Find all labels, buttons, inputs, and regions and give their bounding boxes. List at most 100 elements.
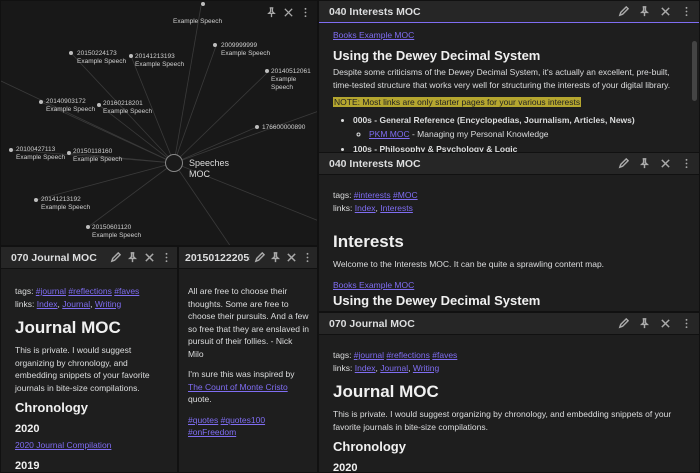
tag[interactable]: #interests: [354, 190, 391, 200]
journal-link[interactable]: Journal: [380, 363, 408, 373]
journal-compilation-link[interactable]: 2020 Journal Compilation: [15, 440, 111, 450]
more-options-icon[interactable]: [679, 157, 693, 171]
edit-icon[interactable]: [616, 317, 630, 331]
interests-link[interactable]: Interests: [380, 203, 413, 213]
pin-icon[interactable]: [637, 157, 651, 171]
index-link[interactable]: Index: [355, 363, 376, 373]
pin-icon[interactable]: [637, 5, 651, 19]
tag[interactable]: #faves: [114, 286, 139, 296]
graph-node[interactable]: 20150224173 Example Speech: [77, 50, 126, 66]
tag[interactable]: #quotes: [188, 415, 218, 425]
note-body: tags: #interests #MOC links: Index, Inte…: [319, 175, 699, 311]
close-icon[interactable]: [142, 251, 156, 265]
graph-node[interactable]: 20140512061 Example Speech: [271, 68, 317, 92]
note-paragraph: Despite some criticisms of the Dewey Dec…: [333, 67, 671, 90]
graph-node-dot[interactable]: [34, 198, 38, 202]
monte-cristo-link[interactable]: The Count of Monte Cristo: [188, 382, 288, 392]
writing-link[interactable]: Writing: [95, 299, 121, 309]
graph-node-dot[interactable]: [86, 225, 90, 229]
tags-line: #quotes #quotes100 #onFreedom: [188, 414, 309, 439]
more-options-icon[interactable]: [679, 5, 693, 19]
pane-header[interactable]: 201501222055: [179, 247, 317, 269]
writing-link[interactable]: Writing: [413, 363, 439, 373]
more-options-icon[interactable]: [679, 317, 693, 331]
close-icon[interactable]: [284, 251, 298, 265]
close-icon[interactable]: [658, 317, 672, 331]
tag[interactable]: #quotes100: [221, 415, 265, 425]
year-heading: 2020: [333, 461, 358, 473]
pane-title: 070 Journal MOC: [11, 251, 97, 264]
more-options-icon[interactable]: [300, 251, 314, 265]
quote-source-line: I'm sure this was inspired by The Count …: [188, 369, 295, 404]
graph-node[interactable]: 20150601120 Example Speech: [92, 224, 141, 240]
pane-header[interactable]: 040 Interests MOC: [319, 1, 699, 23]
graph-node[interactable]: 20141213192 Example Speech: [41, 196, 90, 212]
tag[interactable]: #faves: [432, 350, 457, 360]
note-heading: Interests: [333, 232, 404, 251]
graph-node-dot[interactable]: [129, 54, 133, 58]
tag[interactable]: #reflections: [68, 286, 111, 296]
graph-node[interactable]: 20160218201 Example Speech: [103, 100, 152, 116]
note-body: Books Example MOC Using the Dewey Decima…: [319, 23, 699, 155]
graph-node-dot[interactable]: [213, 43, 217, 47]
graph-node[interactable]: Example Speech: [173, 18, 222, 26]
journal-link[interactable]: Journal: [62, 299, 90, 309]
tag[interactable]: #reflections: [386, 350, 429, 360]
graph-node-dot[interactable]: [97, 103, 101, 107]
links-line: links: Index, Journal, Writing: [333, 362, 440, 373]
tag[interactable]: #MOC: [393, 190, 418, 200]
graph-node[interactable]: 20100427113 Example Speech: [16, 146, 65, 162]
graph-node-dot[interactable]: [69, 51, 73, 55]
graph-node-dot[interactable]: [9, 148, 13, 152]
scrollbar[interactable]: [692, 41, 697, 101]
index-link[interactable]: Index: [37, 299, 58, 309]
graph-node-dot[interactable]: [265, 69, 269, 73]
pane-header[interactable]: 070 Journal MOC: [319, 313, 699, 335]
index-link[interactable]: Index: [355, 203, 376, 213]
pin-icon[interactable]: [125, 251, 139, 265]
edit-icon[interactable]: [616, 5, 630, 19]
graph-node-dot[interactable]: [201, 2, 205, 6]
journal-left-pane[interactable]: 070 Journal MOC tags: #journal #reflecti…: [0, 246, 178, 473]
pkm-moc-link[interactable]: PKM MOC: [369, 129, 410, 139]
list-item: 000s - General Reference (Encyclopedias,…: [353, 114, 685, 141]
note-paragraph: This is private. I would suggest organiz…: [15, 345, 150, 393]
graph-node[interactable]: 20150118160 Example Speech: [73, 148, 122, 164]
graph-node-dot[interactable]: [67, 151, 71, 155]
pin-icon[interactable]: [268, 251, 282, 265]
more-options-icon[interactable]: [159, 251, 173, 265]
books-link[interactable]: Books Example MOC: [333, 280, 414, 290]
dewey-list: 000s - General Reference (Encyclopedias,…: [353, 114, 685, 155]
pin-icon[interactable]: [637, 317, 651, 331]
edit-icon[interactable]: [616, 157, 630, 171]
graph-pane[interactable]: Speeches MOC Example Speech 20150224173 Ex…: [0, 0, 318, 246]
graph-node[interactable]: 176600000890: [262, 124, 305, 132]
edit-icon[interactable]: [252, 251, 266, 265]
graph-node[interactable]: 2009999999 Example Speech: [221, 42, 270, 58]
highlighted-note: NOTE: Most links are only starter pages …: [333, 97, 582, 107]
graph-node[interactable]: 20140903172 Example Speech: [46, 98, 95, 114]
graph-node-dot[interactable]: [255, 125, 259, 129]
books-link[interactable]: Books Example MOC: [333, 30, 414, 40]
speeches-moc-node[interactable]: [165, 154, 183, 172]
note-heading: Journal MOC: [333, 382, 439, 401]
graph-node[interactable]: 20141213193 Example Speech: [135, 53, 184, 69]
links-line: links: Index, Interests: [333, 202, 413, 213]
pane-header[interactable]: 070 Journal MOC: [1, 247, 177, 269]
quote-text: All are free to choose their thoughts. S…: [188, 286, 309, 359]
tag[interactable]: #journal: [36, 286, 66, 296]
graph-node-dot[interactable]: [39, 100, 43, 104]
close-icon[interactable]: [658, 157, 672, 171]
close-icon[interactable]: [658, 5, 672, 19]
tag[interactable]: #journal: [354, 350, 384, 360]
interests-top-pane[interactable]: 040 Interests MOC Books Example MOC Usin…: [318, 0, 700, 155]
pane-header[interactable]: 040 Interests MOC: [319, 153, 699, 175]
chronology-heading: Chronology: [333, 439, 406, 454]
edit-icon[interactable]: [108, 251, 122, 265]
interests-pane[interactable]: 040 Interests MOC tags: #interests #MOC …: [318, 152, 700, 312]
journal-right-pane[interactable]: 070 Journal MOC tags: #journal #reflecti…: [318, 312, 700, 473]
pane-title: 201501222055: [185, 251, 250, 264]
quote-pane[interactable]: 201501222055 All are free to choose thei…: [178, 246, 318, 473]
tag[interactable]: #onFreedom: [188, 427, 236, 437]
year-heading: 2020: [15, 422, 40, 435]
